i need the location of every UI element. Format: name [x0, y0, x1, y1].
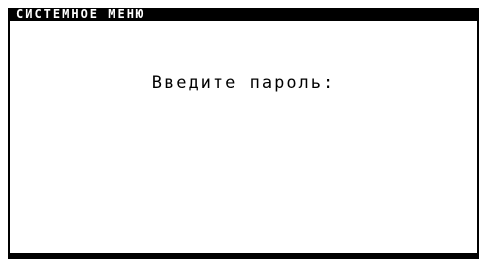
- title-bar: СИСТЕМНОЕ МЕНЮ: [8, 7, 479, 21]
- menu-window: СИСТЕМНОЕ МЕНЮ Введите пароль:: [8, 7, 479, 259]
- window-title: СИСТЕМНОЕ МЕНЮ: [16, 7, 146, 21]
- content-area: Введите пароль:: [10, 21, 477, 253]
- password-prompt: Введите пароль:: [151, 73, 336, 93]
